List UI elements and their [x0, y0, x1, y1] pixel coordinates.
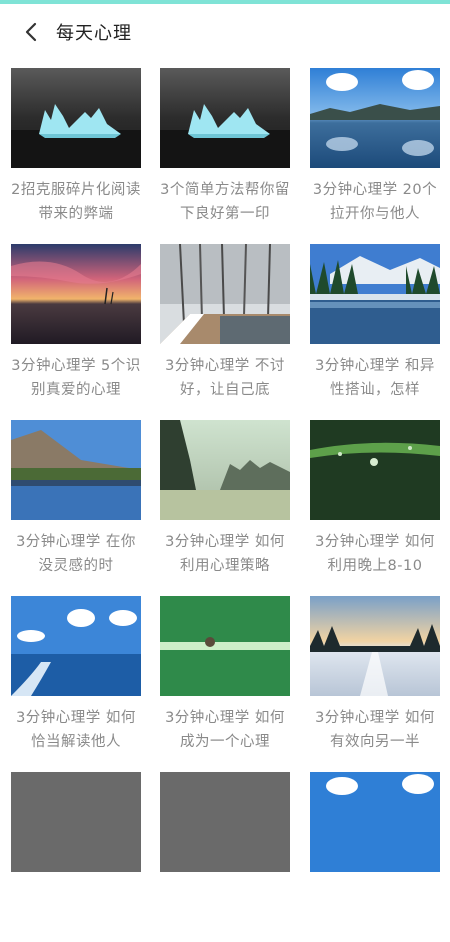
article-card[interactable]: 3分钟心理学 不讨好，让自己底 — [160, 244, 290, 414]
back-button[interactable] — [12, 12, 52, 52]
article-card[interactable]: 3个简单方法帮你留下良好第一印 — [160, 68, 290, 238]
article-thumbnail — [11, 596, 141, 696]
article-thumbnail — [160, 244, 290, 344]
article-title: 3分钟心理学 如何利用心理策略 — [165, 534, 285, 574]
chevron-left-icon — [25, 22, 37, 42]
article-title: 2招克服碎片化阅读带来的弊端 — [11, 182, 141, 222]
article-card[interactable]: 3分钟心理学 如何利用心理策略 — [160, 420, 290, 590]
article-thumbnail — [160, 596, 290, 696]
article-thumbnail — [160, 68, 290, 168]
article-card[interactable] — [11, 772, 141, 942]
article-thumbnail — [310, 772, 440, 872]
article-thumbnail — [11, 772, 141, 872]
article-card[interactable]: 3分钟心理学 5个识别真爱的心理 — [11, 244, 141, 414]
article-thumbnail — [310, 596, 440, 696]
article-title: 3分钟心理学 如何利用晚上8-10 — [315, 534, 435, 574]
article-title: 3分钟心理学 不讨好，让自己底 — [165, 358, 285, 398]
article-card[interactable]: 3分钟心理学 在你没灵感的时 — [11, 420, 141, 590]
article-card[interactable]: 3分钟心理学 20个拉开你与他人 — [310, 68, 440, 238]
app-header: 每天心理 — [0, 4, 450, 60]
article-title: 3分钟心理学 20个拉开你与他人 — [312, 182, 438, 222]
article-title: 3分钟心理学 如何有效向另一半 — [315, 710, 435, 750]
article-thumbnail — [160, 772, 290, 872]
page-title: 每天心理 — [56, 23, 132, 44]
article-card[interactable]: 3分钟心理学 如何有效向另一半 — [310, 596, 440, 766]
article-title: 3分钟心理学 和异性搭讪，怎样 — [315, 358, 435, 398]
article-card[interactable]: 3分钟心理学 如何利用晚上8-10 — [310, 420, 440, 590]
article-thumbnail — [160, 420, 290, 520]
article-card[interactable] — [160, 772, 290, 942]
article-title: 3分钟心理学 在你没灵感的时 — [16, 534, 136, 574]
article-title: 3分钟心理学 如何恰当解读他人 — [16, 710, 136, 750]
article-title: 3分钟心理学 5个识别真爱的心理 — [11, 358, 141, 398]
article-thumbnail — [310, 244, 440, 344]
article-thumbnail — [310, 68, 440, 168]
article-thumbnail — [11, 68, 141, 168]
article-thumbnail — [310, 420, 440, 520]
article-thumbnail — [11, 420, 141, 520]
article-card[interactable]: 3分钟心理学 如何恰当解读他人 — [11, 596, 141, 766]
article-card[interactable] — [310, 772, 440, 942]
article-card[interactable]: 3分钟心理学 和异性搭讪，怎样 — [310, 244, 440, 414]
article-thumbnail — [11, 244, 141, 344]
article-title: 3个简单方法帮你留下良好第一印 — [160, 182, 290, 222]
article-title: 3分钟心理学 如何成为一个心理 — [165, 710, 285, 750]
article-card[interactable]: 3分钟心理学 如何成为一个心理 — [160, 596, 290, 766]
article-card[interactable]: 2招克服碎片化阅读带来的弊端 — [11, 68, 141, 238]
